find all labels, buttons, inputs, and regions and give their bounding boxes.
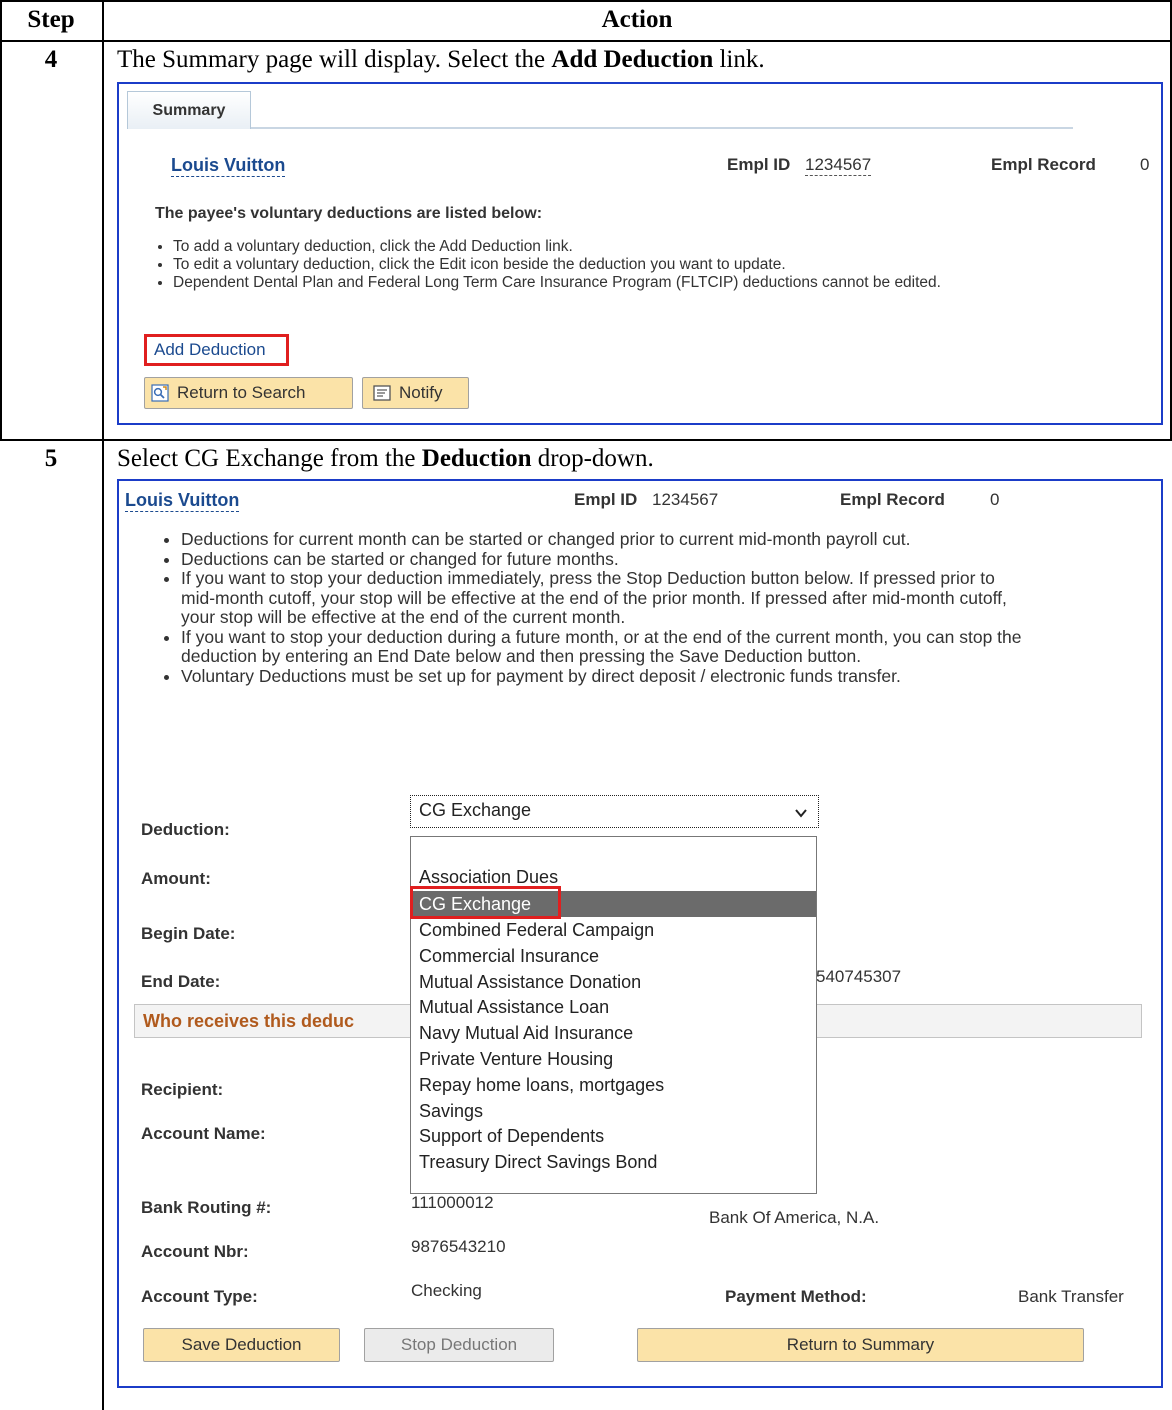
table-column-divider [102,0,104,1410]
magnifier-icon [151,384,169,402]
step-number-5: 5 [44,445,58,472]
deduction-instructions-list: Deductions for current month can be star… [145,529,1157,687]
dropdown-option[interactable]: Combined Federal Campaign [411,917,816,943]
step5-instruction-bold: Deduction [421,445,532,472]
dropdown-option[interactable]: Mutual Assistance Donation [411,969,816,995]
list-item: Dependent Dental Plan and Federal Long T… [173,274,1161,292]
tab-summary[interactable]: Summary [127,91,251,129]
bank-name: Bank Of America, N.A. [709,1208,880,1227]
list-item: Deductions for current month can be star… [181,529,1157,550]
header-action: Action [601,6,673,33]
end-date-label: End Date: [141,972,221,991]
list-item: If you want to stop your deduction durin… [181,627,1157,667]
end-date-partial-value: 540745307 [816,967,902,986]
deductions-listed-text: The payee's voluntary deductions are lis… [155,205,543,222]
employee-name-link[interactable]: Louis Vuitton [125,489,240,512]
chevron-down-icon [794,804,808,818]
cg-exchange-highlight [410,886,561,919]
tab-baseline [251,127,1073,129]
payment-method-value: Bank Transfer [1018,1287,1124,1306]
dropdown-option[interactable]: Repay home loans, mortgages [411,1072,816,1098]
return-to-search-button[interactable]: Return to Search [144,377,353,409]
deduction-select-value: CG Exchange [419,800,532,820]
summary-screenshot: Summary Louis Vuitton Empl ID 1234567 Em… [117,82,1163,425]
deduction-label: Deduction: [141,820,230,839]
empl-record-value: 0 [1140,155,1150,174]
dropdown-option[interactable] [411,837,816,863]
return-to-search-label: Return to Search [177,383,306,402]
dropdown-option[interactable]: Private Venture Housing [411,1046,816,1072]
save-deduction-button[interactable]: Save Deduction [143,1328,340,1362]
empl-record-label: Empl Record [991,155,1096,174]
account-name-label: Account Name: [141,1124,266,1143]
deduction-select[interactable]: CG Exchange [410,795,819,828]
account-type-value: Checking [411,1281,482,1300]
notify-label: Notify [399,383,443,402]
dropdown-option[interactable]: Mutual Assistance Loan [411,994,816,1020]
step4-instruction: The Summary page will display. Select th… [117,44,765,76]
bank-routing-value: 111000012 [411,1193,494,1212]
dropdown-option[interactable]: Treasury Direct Savings Bond [411,1149,816,1175]
step5-instruction-suffix: drop-down. [531,445,654,472]
step-number-4: 4 [44,46,58,73]
step4-instruction-bold: Add Deduction [551,46,714,73]
deduction-screenshot: Louis Vuitton Empl ID 1234567 Empl Recor… [117,479,1163,1388]
dropdown-option[interactable]: Commercial Insurance [411,943,816,969]
payment-method-label: Payment Method: [725,1287,867,1306]
empl-id-value: 1234567 [652,490,719,509]
account-type-label: Account Type: [141,1287,258,1306]
recipient-section-title: Who receives this deduc [143,1010,355,1031]
header-step: Step [27,6,75,33]
dropdown-option[interactable]: Savings [411,1098,816,1124]
table-header-divider [0,40,1172,42]
table-row-divider [0,439,1172,441]
dropdown-option[interactable]: Navy Mutual Aid Insurance [411,1020,816,1046]
step4-instruction-suffix: link. [713,46,765,73]
employee-name-link[interactable]: Louis Vuitton [171,154,286,177]
bank-routing-label: Bank Routing #: [141,1198,272,1217]
add-deduction-highlight [144,334,289,366]
empl-record-label: Empl Record [840,490,945,509]
notify-icon [373,384,391,402]
return-to-summary-button[interactable]: Return to Summary [637,1328,1084,1362]
recipient-label: Recipient: [141,1080,224,1099]
empl-id-label: Empl ID [727,155,791,174]
empl-id-label: Empl ID [574,490,638,509]
step5-instruction: Select CG Exchange from the Deduction dr… [117,443,654,475]
step4-instruction-prefix: The Summary page will display. Select th… [117,46,552,73]
list-item: If you want to stop your deduction immed… [181,568,1157,628]
list-item: To add a voluntary deduction, click the … [173,238,1161,256]
table-top-border [0,0,1172,2]
amount-label: Amount: [141,869,211,888]
account-nbr-label: Account Nbr: [141,1242,249,1261]
list-item: To edit a voluntary deduction, click the… [173,256,1161,274]
empl-record-value: 0 [990,490,1000,509]
dropdown-option[interactable]: Support of Dependents [411,1123,816,1149]
account-nbr-value: 9876543210 [411,1237,506,1256]
list-item: Deductions can be started or changed for… [181,549,1157,570]
step5-instruction-prefix: Select CG Exchange from the [117,445,422,472]
notify-button[interactable]: Notify [362,377,469,409]
begin-date-label: Begin Date: [141,924,236,943]
stop-deduction-button[interactable]: Stop Deduction [364,1328,554,1362]
summary-instructions-list: To add a voluntary deduction, click the … [137,238,1161,292]
empl-id-value: 1234567 [805,155,872,176]
list-item: Voluntary Deductions must be set up for … [181,666,1157,687]
